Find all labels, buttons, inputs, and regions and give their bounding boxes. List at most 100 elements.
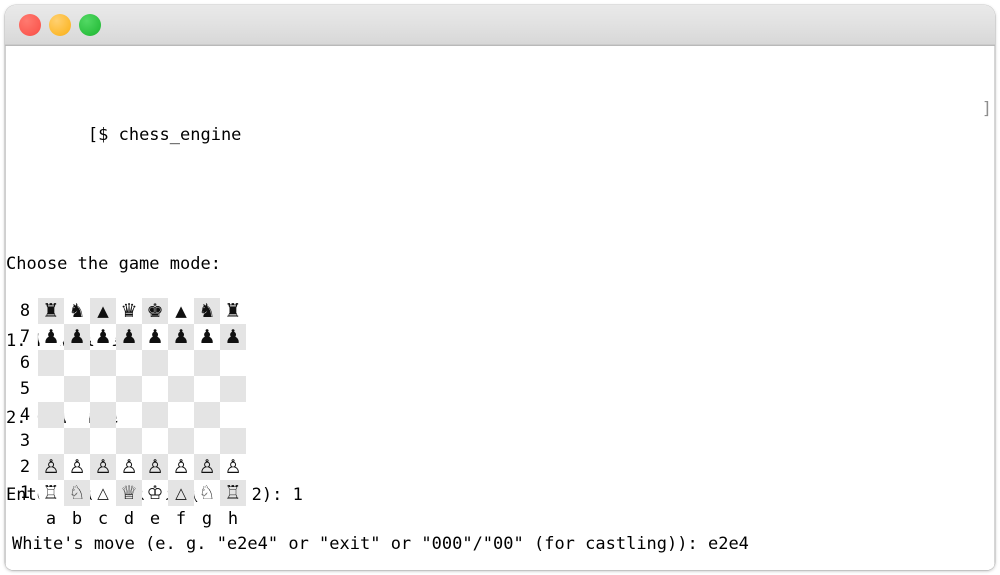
board-square-a4[interactable] (38, 402, 64, 428)
board-square-e6[interactable] (142, 350, 168, 376)
file-label-f: f (175, 509, 187, 529)
board-square-f1[interactable]: △ (168, 480, 194, 506)
board-square-e2[interactable]: ♙ (142, 454, 168, 480)
board-square-c2[interactable]: ♙ (90, 454, 116, 480)
close-button[interactable] (19, 14, 41, 36)
board-square-a8[interactable]: ♜ (38, 298, 64, 324)
chess-piece-icon: ♞ (68, 300, 86, 322)
chess-piece-icon: ♕ (120, 482, 138, 504)
board-square-h1[interactable]: ♖ (220, 480, 246, 506)
rank-cells (38, 350, 246, 376)
board-square-h3[interactable] (220, 428, 246, 454)
board-square-c8[interactable]: ▲ (90, 298, 116, 324)
board-square-c6[interactable] (90, 350, 116, 376)
board-square-f6[interactable] (168, 350, 194, 376)
board-square-b8[interactable]: ♞ (64, 298, 90, 324)
minimize-button[interactable] (49, 14, 71, 36)
board-square-b6[interactable] (64, 350, 90, 376)
board-square-a2[interactable]: ♙ (38, 454, 64, 480)
board-square-a5[interactable] (38, 376, 64, 402)
board-square-f7[interactable]: ♟ (168, 324, 194, 350)
chess-piece-icon: ♙ (68, 456, 86, 478)
board-square-d4[interactable] (116, 402, 142, 428)
chess-piece-icon: ♟ (120, 326, 138, 348)
board-square-e5[interactable] (142, 376, 168, 402)
board-square-d2[interactable]: ♙ (116, 454, 142, 480)
board-square-a7[interactable]: ♟ (38, 324, 64, 350)
board-square-e8[interactable]: ♚ (142, 298, 168, 324)
board-square-d5[interactable] (116, 376, 142, 402)
board-square-h6[interactable] (220, 350, 246, 376)
board-square-a3[interactable] (38, 428, 64, 454)
board-square-d6[interactable] (116, 350, 142, 376)
terminal-body[interactable]: [$ chess_engine ] Choose the game mode: … (5, 46, 995, 570)
output-line-0 (6, 175, 994, 201)
board-square-a6[interactable] (38, 350, 64, 376)
board-square-h8[interactable]: ♜ (220, 298, 246, 324)
chess-piece-icon: ♙ (120, 456, 138, 478)
rank-cells (38, 402, 246, 428)
board-square-f5[interactable] (168, 376, 194, 402)
board-square-b2[interactable]: ♙ (64, 454, 90, 480)
board-rank-row: 3 (12, 428, 246, 454)
board-square-b3[interactable] (64, 428, 90, 454)
board-square-g1[interactable]: ♘ (194, 480, 220, 506)
window-titlebar[interactable] (5, 5, 995, 46)
chess-piece-icon: ♘ (198, 482, 216, 504)
rank-label-3: 3 (19, 431, 31, 451)
board-square-g3[interactable] (194, 428, 220, 454)
chess-piece-icon: ♟ (42, 326, 60, 348)
board-square-f4[interactable] (168, 402, 194, 428)
board-square-g2[interactable]: ♙ (194, 454, 220, 480)
board-square-b4[interactable] (64, 402, 90, 428)
rank-cells: ♟ ♟ ♟ ♟ ♟ ♟ ♟ ♟ (38, 324, 246, 350)
board-square-g6[interactable] (194, 350, 220, 376)
terminal-window: [$ chess_engine ] Choose the game mode: … (5, 5, 995, 570)
chess-piece-icon: ♟ (94, 326, 112, 348)
board-square-h7[interactable]: ♟ (220, 324, 246, 350)
rank-cells (38, 376, 246, 402)
board-square-b1[interactable]: ♘ (64, 480, 90, 506)
chess-piece-icon: ♘ (68, 482, 86, 504)
board-square-e7[interactable]: ♟ (142, 324, 168, 350)
file-label-a: a (45, 509, 57, 529)
board-square-g5[interactable] (194, 376, 220, 402)
board-square-c1[interactable]: △ (90, 480, 116, 506)
board-square-h5[interactable] (220, 376, 246, 402)
board-square-e1[interactable]: ♔ (142, 480, 168, 506)
board-square-e3[interactable] (142, 428, 168, 454)
board-square-h4[interactable] (220, 402, 246, 428)
board-square-d3[interactable] (116, 428, 142, 454)
board-square-f2[interactable]: ♙ (168, 454, 194, 480)
board-rank-row: 1 ♖ ♘ △ ♕ ♔ △ ♘ ♖ (12, 480, 246, 506)
chess-piece-icon: ♙ (146, 456, 164, 478)
board-square-f8[interactable]: ▲ (168, 298, 194, 324)
board-square-c5[interactable] (90, 376, 116, 402)
board-square-d8[interactable]: ♛ (116, 298, 142, 324)
rank-label-1: 1 (19, 483, 31, 503)
right-bracket-marker: ] (981, 99, 992, 120)
board-square-d1[interactable]: ♕ (116, 480, 142, 506)
board-square-g8[interactable]: ♞ (194, 298, 220, 324)
chess-piece-icon: ♜ (224, 300, 242, 322)
file-label-row: abcdefgh (12, 506, 246, 532)
board-square-f3[interactable] (168, 428, 194, 454)
board-square-g4[interactable] (194, 402, 220, 428)
rank-cells: ♖ ♘ △ ♕ ♔ △ ♘ ♖ (38, 480, 246, 506)
chess-piece-icon: △ (97, 484, 109, 502)
maximize-button[interactable] (79, 14, 101, 36)
board-square-c7[interactable]: ♟ (90, 324, 116, 350)
chess-piece-icon: ♙ (198, 456, 216, 478)
board-square-b5[interactable] (64, 376, 90, 402)
board-square-c3[interactable] (90, 428, 116, 454)
rank-label-7: 7 (19, 327, 31, 347)
board-square-a1[interactable]: ♖ (38, 480, 64, 506)
board-square-g7[interactable]: ♟ (194, 324, 220, 350)
board-square-e4[interactable] (142, 402, 168, 428)
chess-piece-icon: ▲ (175, 302, 187, 320)
board-square-d7[interactable]: ♟ (116, 324, 142, 350)
command-text: [$ chess_engine (87, 125, 242, 146)
board-square-b7[interactable]: ♟ (64, 324, 90, 350)
board-square-c4[interactable] (90, 402, 116, 428)
board-square-h2[interactable]: ♙ (220, 454, 246, 480)
